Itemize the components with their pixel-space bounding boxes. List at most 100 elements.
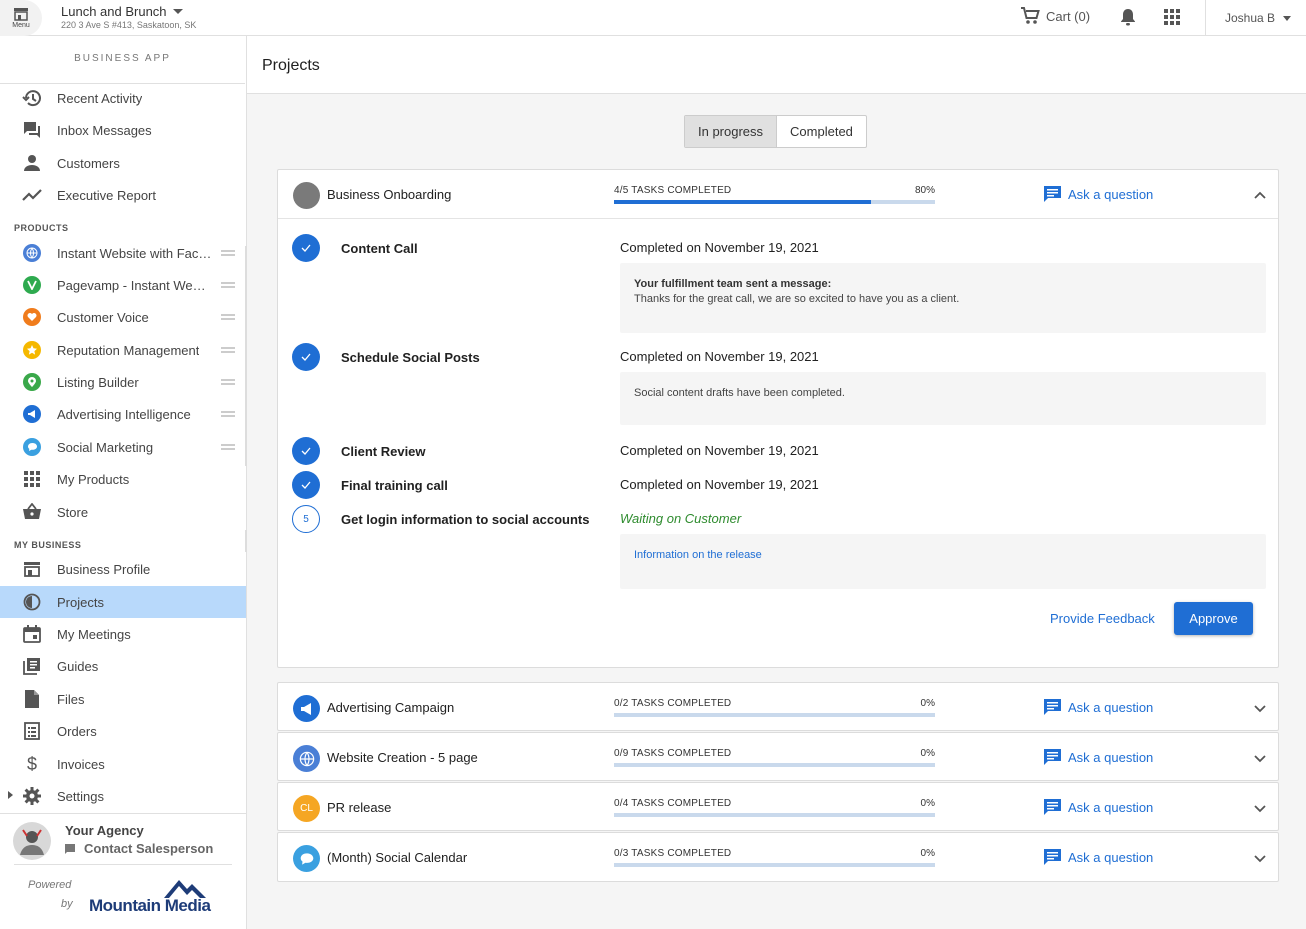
drag-handle-icon[interactable] (221, 347, 235, 353)
sidebar-item-reputation-management[interactable]: Reputation Management (0, 334, 246, 366)
project-header[interactable]: Business Onboarding 4/5 TASKS COMPLETED … (278, 170, 1278, 219)
sidebar-item-orders[interactable]: Orders (0, 715, 246, 747)
tab-in-progress[interactable]: In progress (685, 116, 778, 147)
cart-button[interactable]: Cart (0) (1020, 7, 1090, 25)
storefront-icon (14, 8, 28, 21)
task-message: Information on the release (620, 534, 1266, 589)
sidebar-item-social-marketing[interactable]: Social Marketing (0, 431, 246, 463)
ask-question-button[interactable]: Ask a question (1043, 748, 1153, 766)
caret-down-icon (172, 9, 183, 14)
pagevamp-icon (22, 275, 42, 295)
menu-button[interactable]: Menu (0, 0, 42, 36)
task-status: Completed on November 19, 2021 (620, 443, 819, 458)
sidebar-item-listing-builder[interactable]: Listing Builder (0, 366, 246, 398)
project-header[interactable]: CL PR release 0/4 TASKS COMPLETED 0% Ask… (278, 783, 1278, 832)
task-name: Final training call (341, 478, 448, 493)
chevron-down-icon[interactable] (1253, 701, 1267, 715)
check-icon (292, 234, 320, 262)
sidebar-item-projects[interactable]: Projects (0, 586, 246, 618)
provide-feedback-button[interactable]: Provide Feedback (1050, 611, 1155, 626)
drag-handle-icon[interactable] (221, 282, 235, 288)
tab-completed[interactable]: Completed (777, 116, 866, 147)
forum-icon (22, 120, 42, 140)
sidebar: BUSINESS APP Recent Activity Inbox Messa… (0, 36, 247, 929)
ask-label: Ask a question (1068, 699, 1154, 715)
sidebar-item-executive-report[interactable]: Executive Report (0, 179, 246, 211)
business-name: Lunch and Brunch (61, 4, 167, 19)
globe-icon (293, 745, 320, 772)
chevron-up-icon[interactable] (1253, 188, 1267, 202)
user-menu[interactable]: Joshua B (1225, 11, 1292, 25)
chat-icon (1044, 186, 1061, 202)
sidebar-item-recent-activity[interactable]: Recent Activity (0, 82, 246, 114)
contact-label: Contact Salesperson (84, 841, 214, 856)
project-card-website-creation[interactable]: Website Creation - 5 page 0/9 TASKS COMP… (277, 732, 1279, 781)
ask-label: Ask a question (1068, 849, 1154, 865)
sidebar-item-label: Projects (57, 594, 104, 610)
sidebar-item-label: Pagevamp - Instant Website (57, 277, 212, 293)
task-name: Schedule Social Posts (341, 350, 480, 365)
heart-icon (22, 307, 42, 327)
project-card-business-onboarding: Business Onboarding 4/5 TASKS COMPLETED … (277, 169, 1279, 668)
sidebar-item-customers[interactable]: Customers (0, 147, 246, 179)
sidebar-item-label: Recent Activity (57, 90, 143, 106)
message-body: Thanks for the great call, we are so exc… (634, 293, 960, 305)
project-card-pr-release[interactable]: CL PR release 0/4 TASKS COMPLETED 0% Ask… (277, 782, 1279, 831)
drag-handle-icon[interactable] (221, 314, 235, 320)
sidebar-item-label: Executive Report (57, 187, 156, 203)
sidebar-item-my-products[interactable]: My Products (0, 463, 246, 495)
ask-question-button[interactable]: Ask a question (1043, 698, 1153, 716)
chevron-down-icon[interactable] (1253, 851, 1267, 865)
project-header[interactable]: Website Creation - 5 page 0/9 TASKS COMP… (278, 733, 1278, 782)
ask-label: Ask a question (1068, 186, 1154, 202)
sidebar-item-inbox-messages[interactable]: Inbox Messages (0, 114, 246, 146)
release-info-link[interactable]: Information on the release (634, 549, 762, 561)
sidebar-item-my-meetings[interactable]: My Meetings (0, 618, 246, 650)
contact-salesperson-link[interactable]: Contact Salesperson (64, 841, 213, 856)
project-header[interactable]: (Month) Social Calendar 0/3 TASKS COMPLE… (278, 833, 1278, 882)
sidebar-item-files[interactable]: Files (0, 683, 246, 715)
chevron-down-icon[interactable] (1253, 801, 1267, 815)
apps-button[interactable] (1164, 9, 1180, 30)
sidebar-item-business-profile[interactable]: Business Profile (0, 553, 246, 585)
status-toggle: In progress Completed (684, 115, 867, 148)
ask-question-button[interactable]: Ask a question (1043, 798, 1153, 816)
progress-label: 0/9 TASKS COMPLETED (614, 748, 732, 759)
sidebar-item-invoices[interactable]: $ Invoices (0, 748, 246, 780)
notifications-button[interactable] (1120, 8, 1136, 31)
sidebar-item-customer-voice[interactable]: Customer Voice (0, 301, 246, 333)
user-name: Joshua B (1225, 11, 1276, 25)
sidebar-item-instant-website[interactable]: Instant Website with Facebook (0, 237, 246, 269)
progress-bar (614, 763, 935, 767)
drag-handle-icon[interactable] (221, 444, 235, 450)
sidebar-item-pagevamp[interactable]: Pagevamp - Instant Website (0, 269, 246, 301)
drag-handle-icon[interactable] (221, 250, 235, 256)
powered-text: Powered (28, 879, 72, 891)
page-header: Projects (247, 36, 1306, 94)
ask-question-button[interactable]: Ask a question (1043, 848, 1153, 866)
chevron-down-icon[interactable] (1253, 751, 1267, 765)
ask-question-button[interactable]: Ask a question (1043, 185, 1153, 203)
chat-icon (1044, 699, 1061, 715)
library-icon (22, 656, 42, 676)
business-switcher[interactable]: Lunch and Brunch (61, 4, 183, 19)
progress-fill (614, 200, 871, 204)
agency-name: Your Agency (65, 823, 144, 838)
sidebar-item-label: Customers (57, 155, 120, 171)
megaphone-icon (22, 404, 42, 424)
progress-bar (614, 200, 935, 204)
drag-handle-icon[interactable] (221, 411, 235, 417)
project-card-social-calendar[interactable]: (Month) Social Calendar 0/3 TASKS COMPLE… (277, 832, 1279, 882)
expand-arrow-icon[interactable] (8, 791, 13, 799)
sidebar-item-store[interactable]: Store (0, 496, 246, 528)
approve-button[interactable]: Approve (1174, 602, 1253, 635)
sidebar-item-advertising-intelligence[interactable]: Advertising Intelligence (0, 398, 246, 430)
drag-handle-icon[interactable] (221, 379, 235, 385)
message-body: Social content drafts have been complete… (634, 387, 845, 399)
projects-icon (22, 592, 42, 612)
sidebar-item-guides[interactable]: Guides (0, 650, 246, 682)
project-name: PR release (327, 800, 392, 815)
project-card-advertising-campaign[interactable]: Advertising Campaign 0/2 TASKS COMPLETED… (277, 682, 1279, 731)
project-header[interactable]: Advertising Campaign 0/2 TASKS COMPLETED… (278, 683, 1278, 732)
sidebar-item-settings[interactable]: Settings (0, 780, 246, 812)
